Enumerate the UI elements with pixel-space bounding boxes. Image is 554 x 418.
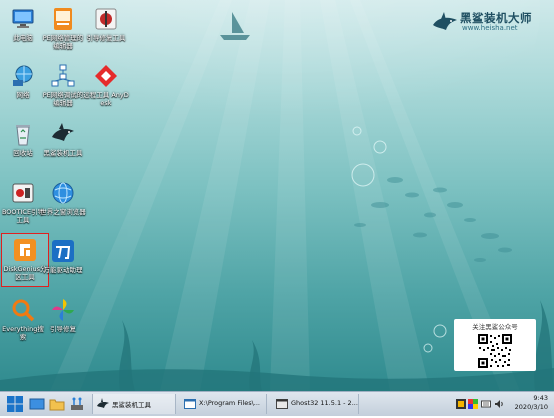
desktop-icon-label: 引导修复 [50,325,76,333]
desktop-icon-label: 万能驱动助理 [43,266,83,274]
show-desktop-icon [29,398,45,410]
desktop-icon-label: 世界之窗浏览器 [40,208,86,216]
desktop-icon-label: PE网络管理的编辑器 [42,34,84,50]
desktop-icon-label: 黑鲨装机工具 [43,149,83,157]
volume-icon[interactable] [494,399,504,409]
taskbar-task-label: 黑鲨装机工具 [112,401,151,409]
quicklaunch-desktop[interactable] [28,394,46,414]
tray-app-icon[interactable] [456,399,466,409]
everything-search-icon [10,297,36,323]
keyboard-icon[interactable] [481,399,491,409]
desktop-icon-label: PE网络调试的编辑器 [42,91,84,107]
taskbar-task-explorer[interactable]: X:\Program Files\... [180,394,267,414]
anydesk-icon [93,63,119,89]
ghost-icon [276,399,288,409]
shark-logo-icon [433,12,457,30]
folder-window-icon [184,399,196,409]
tray-color-icon[interactable] [468,399,478,409]
brand-url: www.heisha.net [462,24,518,32]
bootice-icon [10,180,36,206]
taskbar: 黑鲨装机工具 X:\Program Files\... Ghost32 11.5… [0,391,554,416]
desktop-icon-theworld-browser[interactable]: 世界之窗浏览器 [40,180,86,216]
wan-driver-icon [50,238,76,264]
quicklaunch-network[interactable] [68,394,86,414]
start-button[interactable] [4,394,26,414]
qr-code-icon [477,333,513,369]
taskbar-task-ghost[interactable]: Ghost32 11.5.1 - 2... [272,394,359,414]
network-icon [10,63,36,89]
taskbar-clock[interactable]: 9:43 2020/3/10 [515,394,548,412]
heisha-installer-icon [97,398,109,408]
taskbar-task-label: Ghost32 11.5.1 - 2... [291,399,358,407]
desktop[interactable]: 此电脑 PE网络管理的编辑器 引导修复工具 网络 PE网络调试的编辑器 远程工具… [0,0,554,391]
desktop-icon-pe-network-editor[interactable]: PE网络管理的编辑器 [40,6,86,50]
clock-time: 9:43 [533,394,548,402]
network-topology-icon [50,63,76,89]
pe-network-editor-icon [50,6,76,32]
qr-card-title: 关注黑鲨公众号 [472,323,518,331]
clock-date: 2020/3/10 [514,403,548,411]
taskbar-task-label: X:\Program Files\... [199,399,260,407]
heisha-installer-icon [50,121,76,147]
theworld-browser-icon [50,180,76,206]
desktop-icon-anydesk[interactable]: 远程工具 AnyDesk [83,63,129,107]
quicklaunch-explorer[interactable] [48,394,66,414]
taskbar-task-heisha[interactable]: 黑鲨装机工具 [92,394,176,414]
windows-logo-icon [7,396,23,412]
recycle-bin-icon [10,121,36,147]
desktop-icon-wan-driver[interactable]: 万能驱动助理 [40,238,86,274]
qr-code-card: 关注黑鲨公众号 [454,319,536,371]
pinwheel-icon [50,297,76,323]
desktop-icon-pinwheel[interactable]: 引导修复 [40,297,86,333]
desktop-icon-label: 引导修复工具 [86,34,126,42]
desktop-icon-heisha-installer[interactable]: 黑鲨装机工具 [40,121,86,157]
network-tool-icon [71,397,83,410]
desktop-icon-network-topology[interactable]: PE网络调试的编辑器 [40,63,86,107]
desktop-icon-label: 远程工具 AnyDesk [83,91,129,107]
heisha-brand-logo: 黑鲨装机大师 www.heisha.net [432,9,550,35]
diskgenius-icon [12,237,38,263]
computer-icon [10,6,36,32]
boot-repair-icon [93,6,119,32]
folder-icon [49,399,65,411]
desktop-icon-boot-repair-tool[interactable]: 引导修复工具 [83,6,129,42]
